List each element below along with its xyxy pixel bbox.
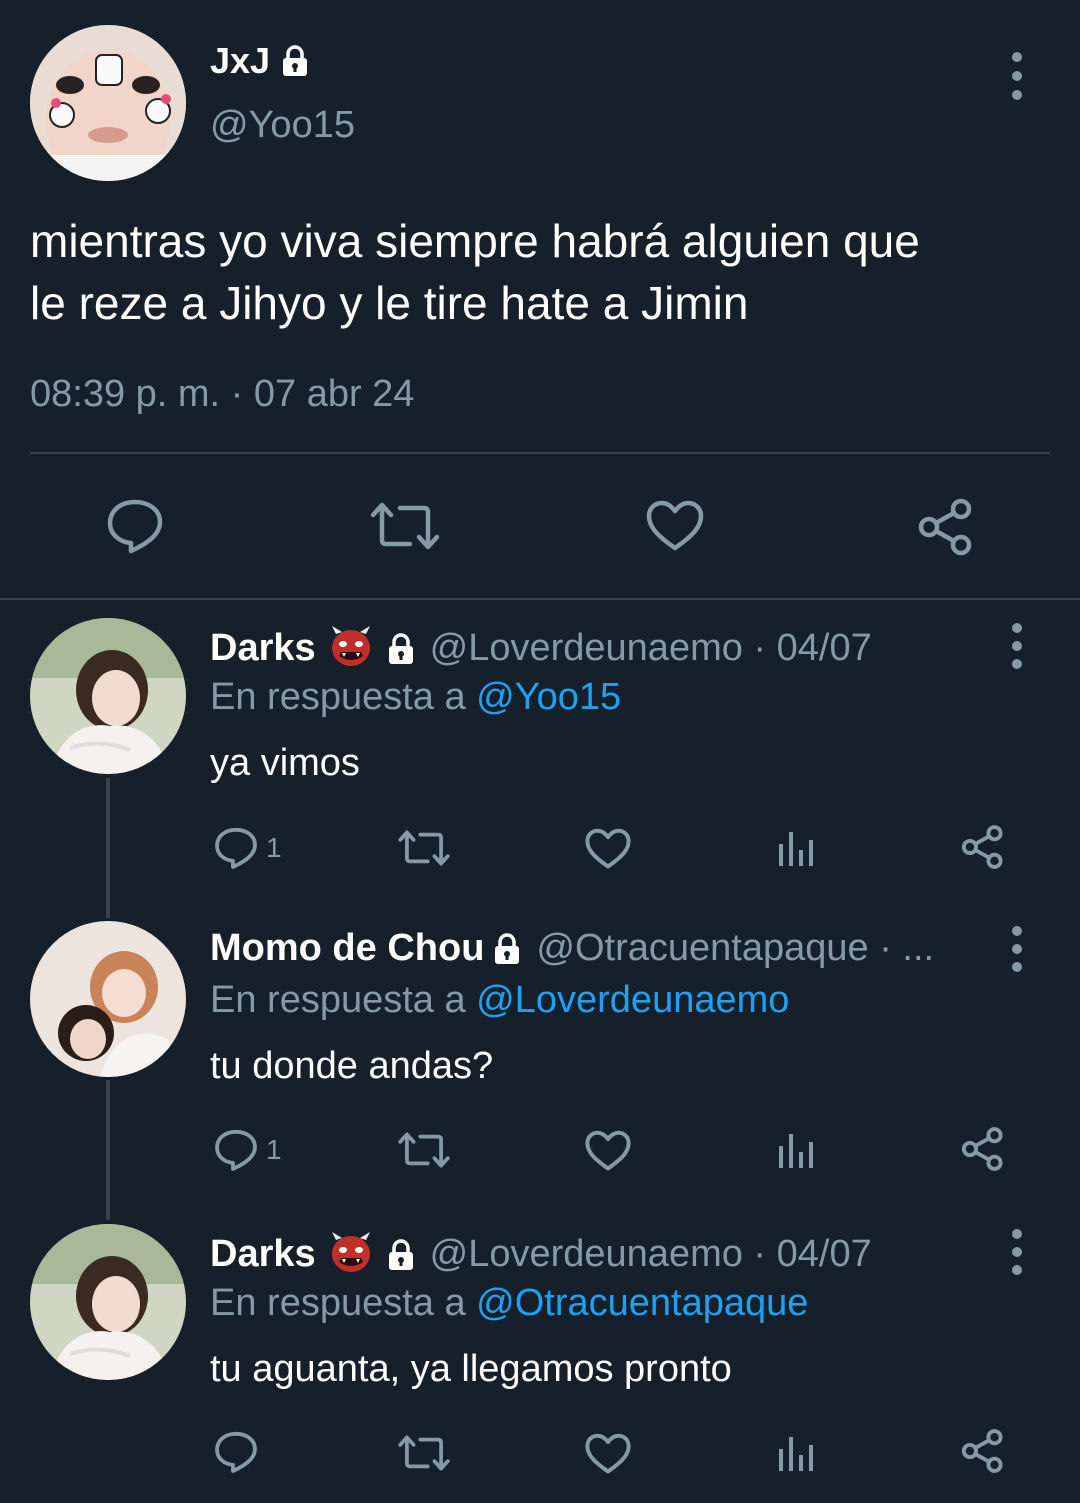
reply-handle-date[interactable]: @Loverdeunaemo · 04/07 [430,1233,872,1276]
reply-avatar[interactable] [30,618,186,774]
share-icon [961,1127,1003,1171]
lock-icon [490,932,524,966]
reply-handle-date[interactable]: @Loverdeunaemo · 04/07 [430,627,872,670]
reply-text: tu aguanta, ya llegamos pronto [210,1348,732,1390]
like-icon [585,1433,631,1474]
reply-avatar[interactable] [30,1224,186,1380]
like-button[interactable] [585,828,631,870]
share-icon [918,498,972,556]
more-options-icon[interactable] [997,52,1037,100]
section-divider [0,598,1080,600]
reply-text: tu donde andas? [210,1045,494,1087]
share-button[interactable] [916,497,976,557]
tweet-text-line-1: mientras yo viva siempre habrá alguien q… [30,215,920,267]
reply-display-name[interactable]: Darks [210,627,316,670]
reply-icon [215,1129,257,1171]
reply-button[interactable]: 1 [214,826,282,870]
like-button[interactable] [585,1130,631,1172]
avatar-image [30,1224,186,1380]
analytics-button[interactable] [776,1433,816,1473]
retweet-button[interactable] [398,1130,450,1170]
lock-icon [278,44,312,78]
analytics-icon [779,1134,813,1168]
reply-display-name[interactable]: Darks [210,1233,316,1276]
like-button[interactable] [585,1433,631,1475]
retweet-icon [398,830,450,866]
reply-button[interactable] [106,498,164,554]
lock-icon [384,1238,418,1272]
avatar-image [30,921,186,1077]
retweet-icon [398,1132,450,1168]
more-options-icon[interactable] [997,623,1037,669]
reply-to-link[interactable]: @Yoo15 [476,676,621,718]
retweet-button[interactable] [398,1433,450,1473]
divider [30,452,1050,454]
thread-line [106,778,110,918]
like-button[interactable] [646,500,704,552]
reply-handle-date[interactable]: @Otracuentapaque · ... [536,927,934,970]
thread-line [106,1080,110,1220]
like-icon [585,1130,631,1171]
analytics-icon [779,1437,813,1471]
like-icon [646,500,704,551]
ogre-emoji-icon [328,624,374,673]
main-avatar[interactable] [30,25,186,181]
more-options-icon[interactable] [997,926,1037,972]
reply-icon [107,499,163,554]
reply-count: 1 [266,832,282,863]
tweet-timestamp[interactable]: 08:39 p. m. · 07 abr 24 [30,373,414,416]
analytics-button[interactable] [776,1130,816,1170]
analytics-icon [779,832,813,866]
retweet-icon [398,1435,450,1471]
reply-count: 1 [266,1134,282,1165]
main-handle[interactable]: @Yoo15 [210,104,355,147]
retweet-button[interactable] [398,828,450,868]
reply-button[interactable] [214,1430,258,1474]
avatar-image [30,618,186,774]
tweet-text: mientras yo viva siempre habrá alguien q… [30,210,920,334]
share-icon [961,1429,1003,1473]
reply-display-name[interactable]: Momo de Chou [210,927,484,970]
reply-to-prefix: En respuesta a [210,676,466,718]
lock-icon [384,632,418,666]
ogre-emoji-icon [328,1230,374,1279]
reply-to-prefix: En respuesta a [210,979,466,1021]
reply-avatar[interactable] [30,921,186,1077]
share-button[interactable] [960,1428,1006,1474]
avatar-image [30,25,186,181]
retweet-button[interactable] [370,500,440,552]
reply-text: ya vimos [210,742,360,784]
more-options-icon[interactable] [997,1229,1037,1275]
reply-icon [215,827,257,869]
like-icon [585,828,631,869]
tweet-text-line-2: le reze a Jihyo y le tire hate a Jimin [30,277,749,329]
share-button[interactable] [960,1126,1006,1172]
analytics-button[interactable] [776,828,816,868]
share-icon [961,825,1003,869]
reply-to-prefix: En respuesta a [210,1282,466,1324]
reply-to-link[interactable]: @Otracuentapaque [476,1282,808,1324]
reply-button[interactable]: 1 [214,1128,282,1172]
reply-icon [215,1431,257,1473]
main-display-name[interactable]: JxJ [210,40,270,82]
reply-to-link[interactable]: @Loverdeunaemo [476,979,789,1021]
share-button[interactable] [960,824,1006,870]
retweet-icon [370,502,440,550]
